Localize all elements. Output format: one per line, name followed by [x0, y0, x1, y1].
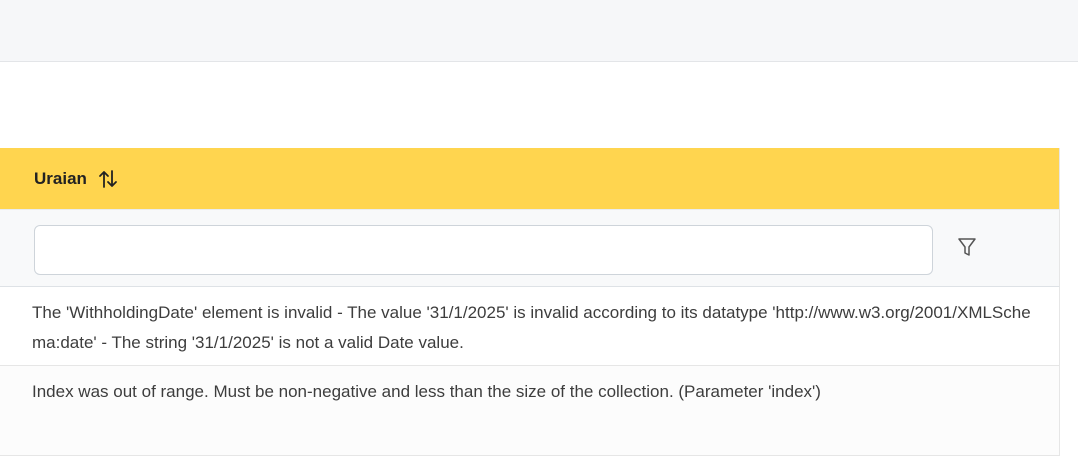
- filter-row: [0, 209, 1060, 287]
- column-header-uraian[interactable]: Uraian: [0, 148, 1060, 209]
- filter-input[interactable]: [34, 225, 933, 275]
- filter-icon: [956, 236, 978, 263]
- table-row[interactable]: The 'WithholdingDate' element is invalid…: [0, 287, 1060, 366]
- filter-button[interactable]: [952, 234, 982, 264]
- table-cell-uraian: The 'WithholdingDate' element is invalid…: [32, 303, 1031, 352]
- top-bar: [0, 0, 1078, 62]
- sort-icon[interactable]: [97, 168, 119, 190]
- table-row[interactable]: Index was out of range. Must be non-nega…: [0, 366, 1060, 456]
- data-table: Uraian The 'WithholdingDate' element is …: [0, 148, 1060, 456]
- table-cell-uraian: Index was out of range. Must be non-nega…: [32, 382, 821, 401]
- column-header-label: Uraian: [34, 168, 87, 188]
